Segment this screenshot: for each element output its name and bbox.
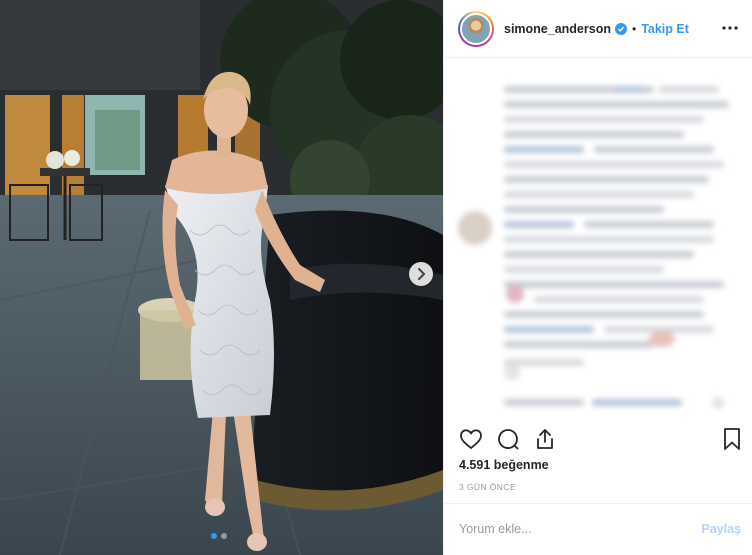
save-bookmark-button[interactable] xyxy=(719,426,745,452)
header-separator: • xyxy=(631,21,637,36)
share-upload-icon xyxy=(537,429,553,449)
post-comment-button[interactable]: Paylaş xyxy=(701,522,741,536)
post-timestamp[interactable]: 3 GÜN ÖNCE xyxy=(459,482,516,492)
share-button[interactable] xyxy=(532,426,558,452)
post-header: simone_anderson • Takip Et xyxy=(444,0,752,58)
follow-button[interactable]: Takip Et xyxy=(641,22,689,36)
next-slide-button[interactable] xyxy=(409,262,433,286)
verified-badge-icon xyxy=(614,22,627,35)
comment-bubble-icon xyxy=(498,429,519,450)
comments-area-blurred xyxy=(444,59,752,424)
comment-button[interactable] xyxy=(495,426,521,452)
carousel-dot xyxy=(221,533,227,539)
chevron-right-icon xyxy=(418,268,426,280)
avatar[interactable] xyxy=(458,10,494,47)
comment-composer: Paylaş xyxy=(444,503,752,555)
heart-icon xyxy=(460,429,482,450)
comment-input[interactable] xyxy=(459,519,679,539)
post-photo[interactable] xyxy=(0,0,443,555)
more-options-button[interactable] xyxy=(720,18,740,38)
more-horizontal-icon xyxy=(722,26,738,30)
carousel-dots xyxy=(211,533,227,539)
like-button[interactable] xyxy=(458,426,484,452)
carousel-dot-active xyxy=(211,533,217,539)
username-link[interactable]: simone_anderson xyxy=(504,22,611,36)
post-side-panel: simone_anderson • Takip Et 4.591 beğenme… xyxy=(443,0,752,555)
likes-count[interactable]: 4.591 beğenme xyxy=(459,458,549,472)
post-actions xyxy=(444,424,752,454)
bookmark-icon xyxy=(724,428,740,450)
photo-image xyxy=(0,0,443,555)
